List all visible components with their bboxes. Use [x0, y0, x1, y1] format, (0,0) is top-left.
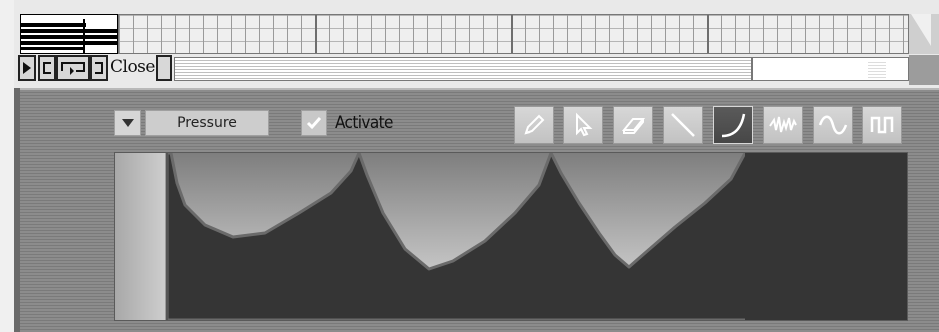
loop-start-button[interactable]	[38, 55, 56, 81]
panel-shadow	[14, 88, 20, 332]
activate-label: Activate	[335, 113, 393, 133]
mini-bar	[21, 47, 83, 50]
corner-resize	[909, 14, 939, 54]
window-left-edge	[0, 0, 14, 332]
line-tool[interactable]	[663, 106, 703, 144]
select-tool[interactable]	[563, 106, 603, 144]
random-wave-icon	[769, 116, 797, 133]
envelope-tail	[745, 153, 907, 320]
automation-curve[interactable]	[115, 151, 909, 322]
play-icon	[23, 62, 31, 74]
pencil-tool[interactable]	[514, 106, 554, 144]
level-meter-icon	[868, 62, 886, 78]
automation-graph[interactable]	[114, 151, 909, 322]
track-name-field[interactable]	[174, 57, 752, 81]
sine-wave-icon	[818, 115, 848, 135]
square-wave-icon	[870, 116, 894, 134]
random-tool[interactable]	[763, 106, 803, 144]
graph-left-margin	[115, 153, 167, 320]
loop-button[interactable]	[56, 55, 90, 81]
chevron-down-icon	[121, 119, 134, 127]
bracket-icon	[43, 62, 51, 74]
bar-separator	[707, 15, 709, 53]
play-button[interactable]	[18, 55, 36, 81]
mini-bar	[21, 41, 117, 45]
mini-playhead	[83, 19, 85, 53]
close-bracket	[156, 55, 172, 81]
parameter-select[interactable]: Pressure	[145, 110, 269, 136]
checkmark-icon	[306, 117, 322, 130]
arrow-pointer-icon	[576, 112, 593, 137]
close-button[interactable]: Close	[110, 55, 155, 81]
mini-bar	[21, 35, 117, 39]
value-field[interactable]	[752, 57, 909, 81]
sine-tool[interactable]	[813, 106, 853, 144]
curve-tool[interactable]	[713, 106, 753, 144]
mini-bar	[21, 29, 117, 33]
mini-bar	[21, 23, 86, 27]
line-icon	[671, 113, 695, 137]
pencil-icon	[524, 114, 545, 135]
eraser-icon	[621, 118, 646, 134]
curve-icon	[721, 113, 746, 138]
square-tool[interactable]	[862, 106, 902, 144]
eraser-tool[interactable]	[613, 106, 653, 144]
bar-separator	[511, 15, 513, 53]
loop-end-button[interactable]	[90, 55, 108, 81]
timeline-grid[interactable]	[118, 14, 909, 54]
parameter-dropdown-button[interactable]	[114, 110, 141, 136]
loop-icon	[61, 62, 85, 75]
activate-checkbox[interactable]	[301, 110, 327, 136]
corner-panel	[909, 55, 939, 85]
mini-overview[interactable]	[20, 14, 118, 54]
bracket-icon	[95, 62, 103, 74]
bar-separator	[315, 15, 317, 53]
